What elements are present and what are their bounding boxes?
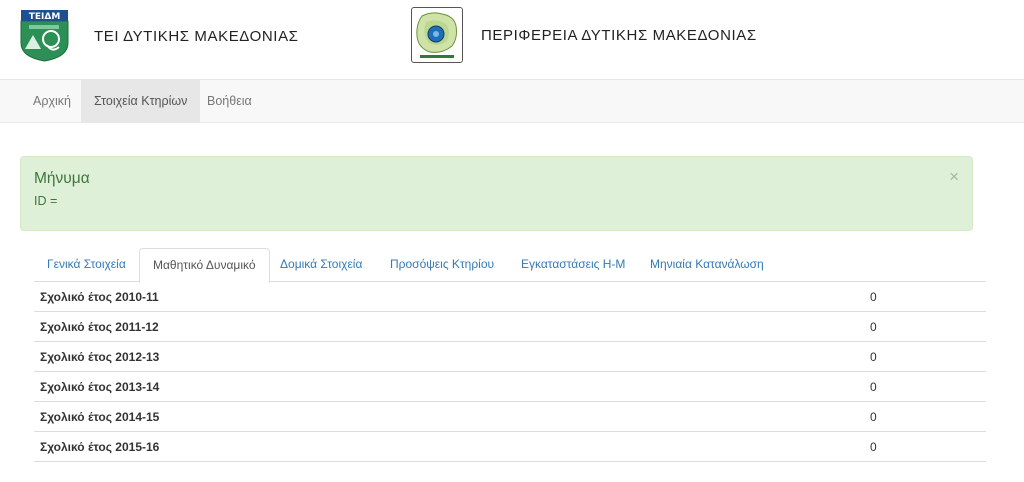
school-year-value: 0 [870, 410, 877, 424]
school-year-label: Σχολικό έτος 2012-13 [40, 350, 160, 364]
main-navbar: Αρχική Στοιχεία Κτηρίων Βοήθεια [0, 79, 1024, 123]
table-row: Σχολικό έτος 2011-12 0 [34, 312, 986, 342]
page-header: ΤΕΙΔΜ ΤΕΙ ΔΥΤΙΚΗΣ ΜΑΚΕΔΟΝΙΑΣ ΠΕΡΙΦΕΡΕΙΑ … [0, 0, 1024, 79]
school-year-label: Σχολικό έτος 2015-16 [40, 440, 160, 454]
school-year-value: 0 [870, 290, 877, 304]
tab-general-data[interactable]: Γενικά Στοιχεία [34, 248, 139, 282]
school-year-value: 0 [870, 350, 877, 364]
tab-structural-data[interactable]: Δομικά Στοιχεία [267, 248, 375, 282]
school-year-label: Σχολικό έτος 2013-14 [40, 380, 160, 394]
student-population-table: Σχολικό έτος 2010-11 0 Σχολικό έτος 2011… [34, 282, 986, 462]
tei-logo[interactable]: ΤΕΙΔΜ [19, 9, 70, 62]
table-row: Σχολικό έτος 2012-13 0 [34, 342, 986, 372]
tab-em-installations[interactable]: Εγκαταστάσεις Η-Μ [508, 248, 638, 282]
region-title: ΠΕΡΙΦΕΡΕΙΑ ΔΥΤΙΚΗΣ ΜΑΚΕΔΟΝΙΑΣ [481, 27, 757, 44]
table-row: Σχολικό έτος 2014-15 0 [34, 402, 986, 432]
alert-body: ID = [34, 194, 58, 208]
tab-student-population[interactable]: Μαθητικό Δυναμικό [139, 248, 270, 283]
region-logo[interactable] [411, 7, 463, 63]
table-row: Σχολικό έτος 2010-11 0 [34, 282, 986, 312]
table-row: Σχολικό έτος 2013-14 0 [34, 372, 986, 402]
school-year-value: 0 [870, 440, 877, 454]
alert-title: Μήνυμα [34, 170, 90, 187]
tei-logo-icon: ΤΕΙΔΜ [20, 10, 69, 62]
tei-title: ΤΕΙ ΔΥΤΙΚΗΣ ΜΑΚΕΔΟΝΙΑΣ [94, 28, 299, 45]
nav-item-help[interactable]: Βοήθεια [194, 80, 265, 122]
nav-item-home[interactable]: Αρχική [20, 80, 84, 122]
message-alert: Μήνυμα ID = × [20, 156, 973, 231]
region-map-icon [416, 12, 457, 58]
tab-building-facades[interactable]: Προσόψεις Κτηρίου [377, 248, 507, 282]
school-year-label: Σχολικό έτος 2014-15 [40, 410, 160, 424]
school-year-value: 0 [870, 320, 877, 334]
nav-item-building-data[interactable]: Στοιχεία Κτηρίων [81, 80, 201, 122]
tei-logo-text: ΤΕΙΔΜ [29, 12, 61, 22]
school-year-label: Σχολικό έτος 2010-11 [40, 290, 159, 304]
tab-monthly-consumption[interactable]: Μηνιαία Κατανάλωση [637, 248, 777, 282]
close-icon[interactable]: × [949, 168, 959, 185]
building-tabs: Γενικά Στοιχεία Μαθητικό Δυναμικό Δομικά… [34, 248, 986, 283]
table-row: Σχολικό έτος 2015-16 0 [34, 432, 986, 462]
school-year-label: Σχολικό έτος 2011-12 [40, 320, 159, 334]
school-year-value: 0 [870, 380, 877, 394]
